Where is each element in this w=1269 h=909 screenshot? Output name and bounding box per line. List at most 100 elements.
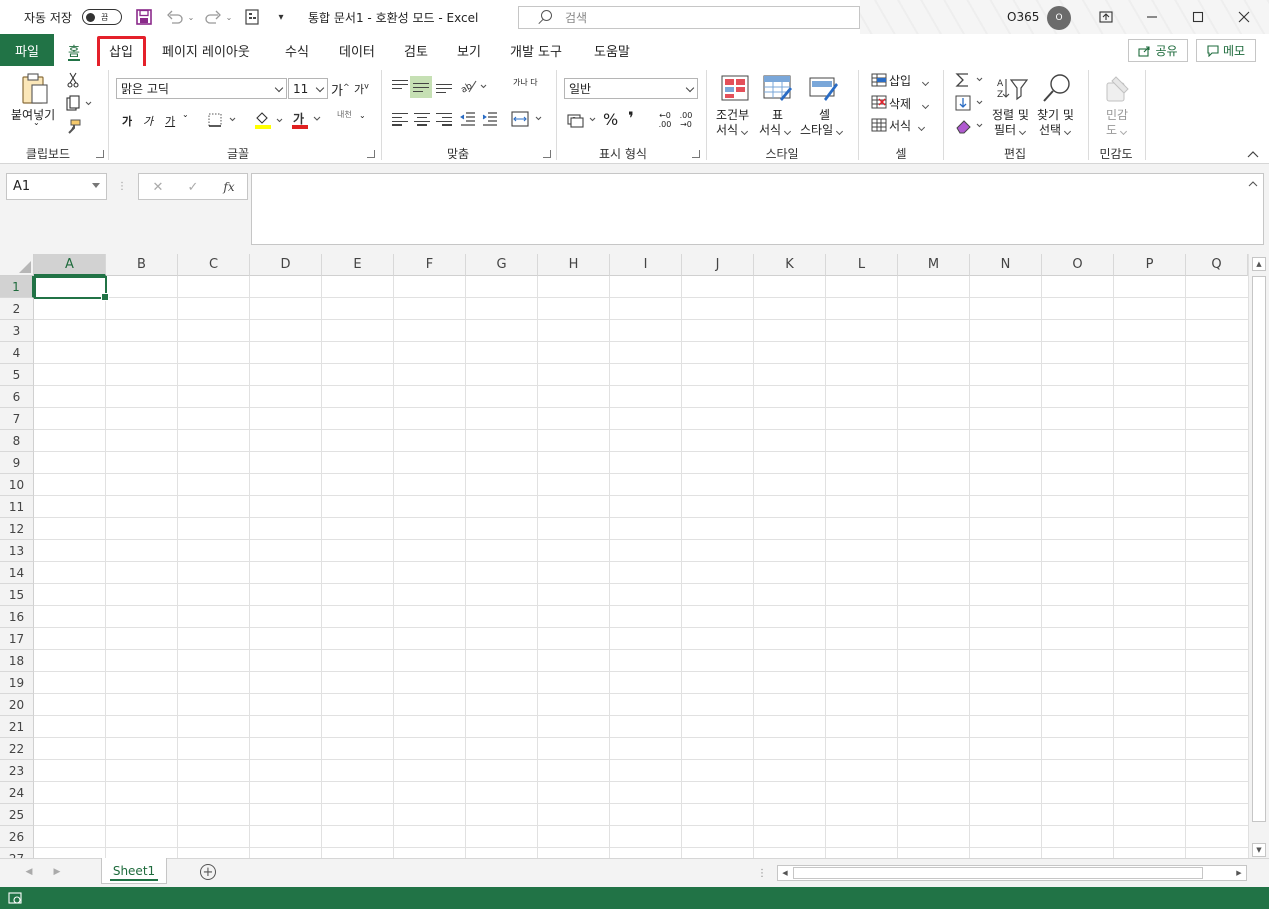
- row-header[interactable]: 26: [0, 826, 34, 848]
- paste-icon[interactable]: [17, 72, 53, 106]
- align-top-icon[interactable]: [392, 80, 408, 92]
- column-header[interactable]: F: [394, 254, 466, 276]
- comma-style-button[interactable]: ❜: [628, 109, 634, 129]
- undo-dropdown-icon[interactable]: ⌄: [186, 9, 196, 25]
- increase-decimal-button[interactable]: ←0.00: [656, 111, 674, 129]
- collapse-ribbon-icon[interactable]: [1246, 148, 1260, 160]
- borders-icon[interactable]: [207, 112, 237, 128]
- tab-data[interactable]: 데이터: [339, 34, 375, 66]
- font-color-button[interactable]: 가: [291, 110, 325, 130]
- column-header[interactable]: H: [538, 254, 610, 276]
- align-right-icon[interactable]: [436, 113, 452, 126]
- horizontal-scrollbar[interactable]: ◀ ▶: [777, 865, 1247, 881]
- wrap-text-button[interactable]: 가나 다: [513, 78, 538, 87]
- row-header[interactable]: 5: [0, 364, 34, 386]
- share-button[interactable]: 공유: [1128, 39, 1188, 62]
- phonetic-dropdown-icon[interactable]: ⌄: [359, 111, 366, 120]
- cell-styles-button[interactable]: 스타일: [800, 121, 844, 138]
- redo-icon[interactable]: [202, 9, 224, 25]
- column-header[interactable]: K: [754, 254, 826, 276]
- close-icon[interactable]: [1221, 0, 1267, 34]
- orientation-icon[interactable]: ab: [458, 77, 488, 95]
- add-sheet-icon[interactable]: +: [200, 864, 216, 880]
- tab-help[interactable]: 도움말: [594, 34, 630, 66]
- comments-button[interactable]: 메모: [1196, 39, 1256, 62]
- next-sheet-icon[interactable]: ▶: [50, 865, 64, 879]
- tab-file[interactable]: 파일: [0, 34, 54, 66]
- cells-area[interactable]: [34, 276, 1248, 858]
- tab-home[interactable]: 홈: [68, 34, 80, 66]
- align-middle-icon[interactable]: [410, 76, 432, 98]
- find-select-icon[interactable]: [1040, 72, 1074, 104]
- active-cell[interactable]: [34, 276, 109, 301]
- align-left-icon[interactable]: [392, 113, 408, 126]
- row-header[interactable]: 23: [0, 760, 34, 782]
- column-header[interactable]: B: [106, 254, 178, 276]
- percent-button[interactable]: %: [603, 110, 618, 129]
- fill-icon[interactable]: [954, 94, 986, 112]
- row-header[interactable]: 25: [0, 804, 34, 826]
- row-header[interactable]: 24: [0, 782, 34, 804]
- delete-cells-button[interactable]: 삭제: [889, 95, 930, 112]
- clear-icon[interactable]: [954, 117, 986, 135]
- row-header[interactable]: 7: [0, 408, 34, 430]
- form-icon[interactable]: [243, 9, 261, 25]
- column-header[interactable]: C: [178, 254, 250, 276]
- number-launcher-icon[interactable]: [692, 150, 700, 158]
- row-header[interactable]: 12: [0, 518, 34, 540]
- enter-icon[interactable]: ✓: [184, 178, 202, 196]
- ribbon-display-options-icon[interactable]: [1083, 0, 1129, 34]
- row-header[interactable]: 3: [0, 320, 34, 342]
- insert-function-icon[interactable]: fx: [219, 178, 239, 196]
- column-header[interactable]: E: [322, 254, 394, 276]
- column-header[interactable]: I: [610, 254, 682, 276]
- sensitivity-button[interactable]: 도: [1106, 121, 1128, 138]
- prev-sheet-icon[interactable]: ◀: [22, 865, 36, 879]
- paste-dropdown-icon[interactable]: ⌄: [33, 118, 40, 127]
- decrease-indent-icon[interactable]: [459, 111, 477, 127]
- fill-color-icon[interactable]: [254, 110, 286, 130]
- row-header[interactable]: 2: [0, 298, 34, 320]
- row-header[interactable]: 19: [0, 672, 34, 694]
- worksheet-grid[interactable]: ABCDEFGHIJKLMNOPQ 1 2 3 4 5 6 7 8 9 10 11 12 13 14 15 1…: [0, 254, 1269, 870]
- bold-button[interactable]: 가: [122, 113, 132, 129]
- sheet-tab-sheet1[interactable]: Sheet1: [101, 858, 167, 884]
- row-header[interactable]: 16: [0, 606, 34, 628]
- row-header[interactable]: 15: [0, 584, 34, 606]
- vertical-scrollbar[interactable]: ▲ ▼: [1248, 254, 1269, 858]
- underline-dropdown-icon[interactable]: ⌄: [182, 110, 189, 119]
- redo-dropdown-icon[interactable]: ⌄: [224, 9, 234, 25]
- sensitivity-icon[interactable]: [1103, 72, 1135, 104]
- font-launcher-icon[interactable]: [367, 150, 375, 158]
- tab-review[interactable]: 검토: [404, 34, 428, 66]
- merge-center-icon[interactable]: [510, 110, 544, 128]
- number-format-select[interactable]: 일반: [564, 78, 698, 99]
- insert-cells-icon[interactable]: [870, 72, 888, 88]
- scroll-up-icon[interactable]: ▲: [1252, 257, 1266, 271]
- copy-icon[interactable]: [64, 94, 94, 112]
- autosave-toggle[interactable]: 끔: [82, 9, 122, 25]
- delete-cells-icon[interactable]: [870, 94, 888, 110]
- cell-styles-icon[interactable]: [808, 74, 840, 102]
- search-box[interactable]: 검색: [518, 6, 860, 29]
- row-header[interactable]: 10: [0, 474, 34, 496]
- tab-developer[interactable]: 개발 도구: [510, 34, 562, 66]
- italic-button[interactable]: 가: [143, 113, 153, 129]
- minimize-icon[interactable]: [1129, 0, 1175, 34]
- column-header[interactable]: L: [826, 254, 898, 276]
- undo-icon[interactable]: [164, 9, 186, 25]
- align-bottom-icon[interactable]: [436, 84, 452, 96]
- row-header[interactable]: 6: [0, 386, 34, 408]
- cancel-icon[interactable]: ✕: [149, 178, 167, 196]
- shrink-font-button[interactable]: 가v: [354, 81, 369, 97]
- sort-filter-button[interactable]: 필터: [994, 121, 1027, 138]
- format-cells-icon[interactable]: [870, 117, 888, 133]
- select-all-corner[interactable]: [0, 254, 34, 276]
- row-header[interactable]: 17: [0, 628, 34, 650]
- user-name[interactable]: O365: [1007, 0, 1039, 34]
- row-header[interactable]: 21: [0, 716, 34, 738]
- column-header[interactable]: G: [466, 254, 538, 276]
- column-header[interactable]: M: [898, 254, 970, 276]
- find-select-button[interactable]: 선택: [1039, 121, 1072, 138]
- phonetic-guide-button[interactable]: 내천: [337, 110, 352, 119]
